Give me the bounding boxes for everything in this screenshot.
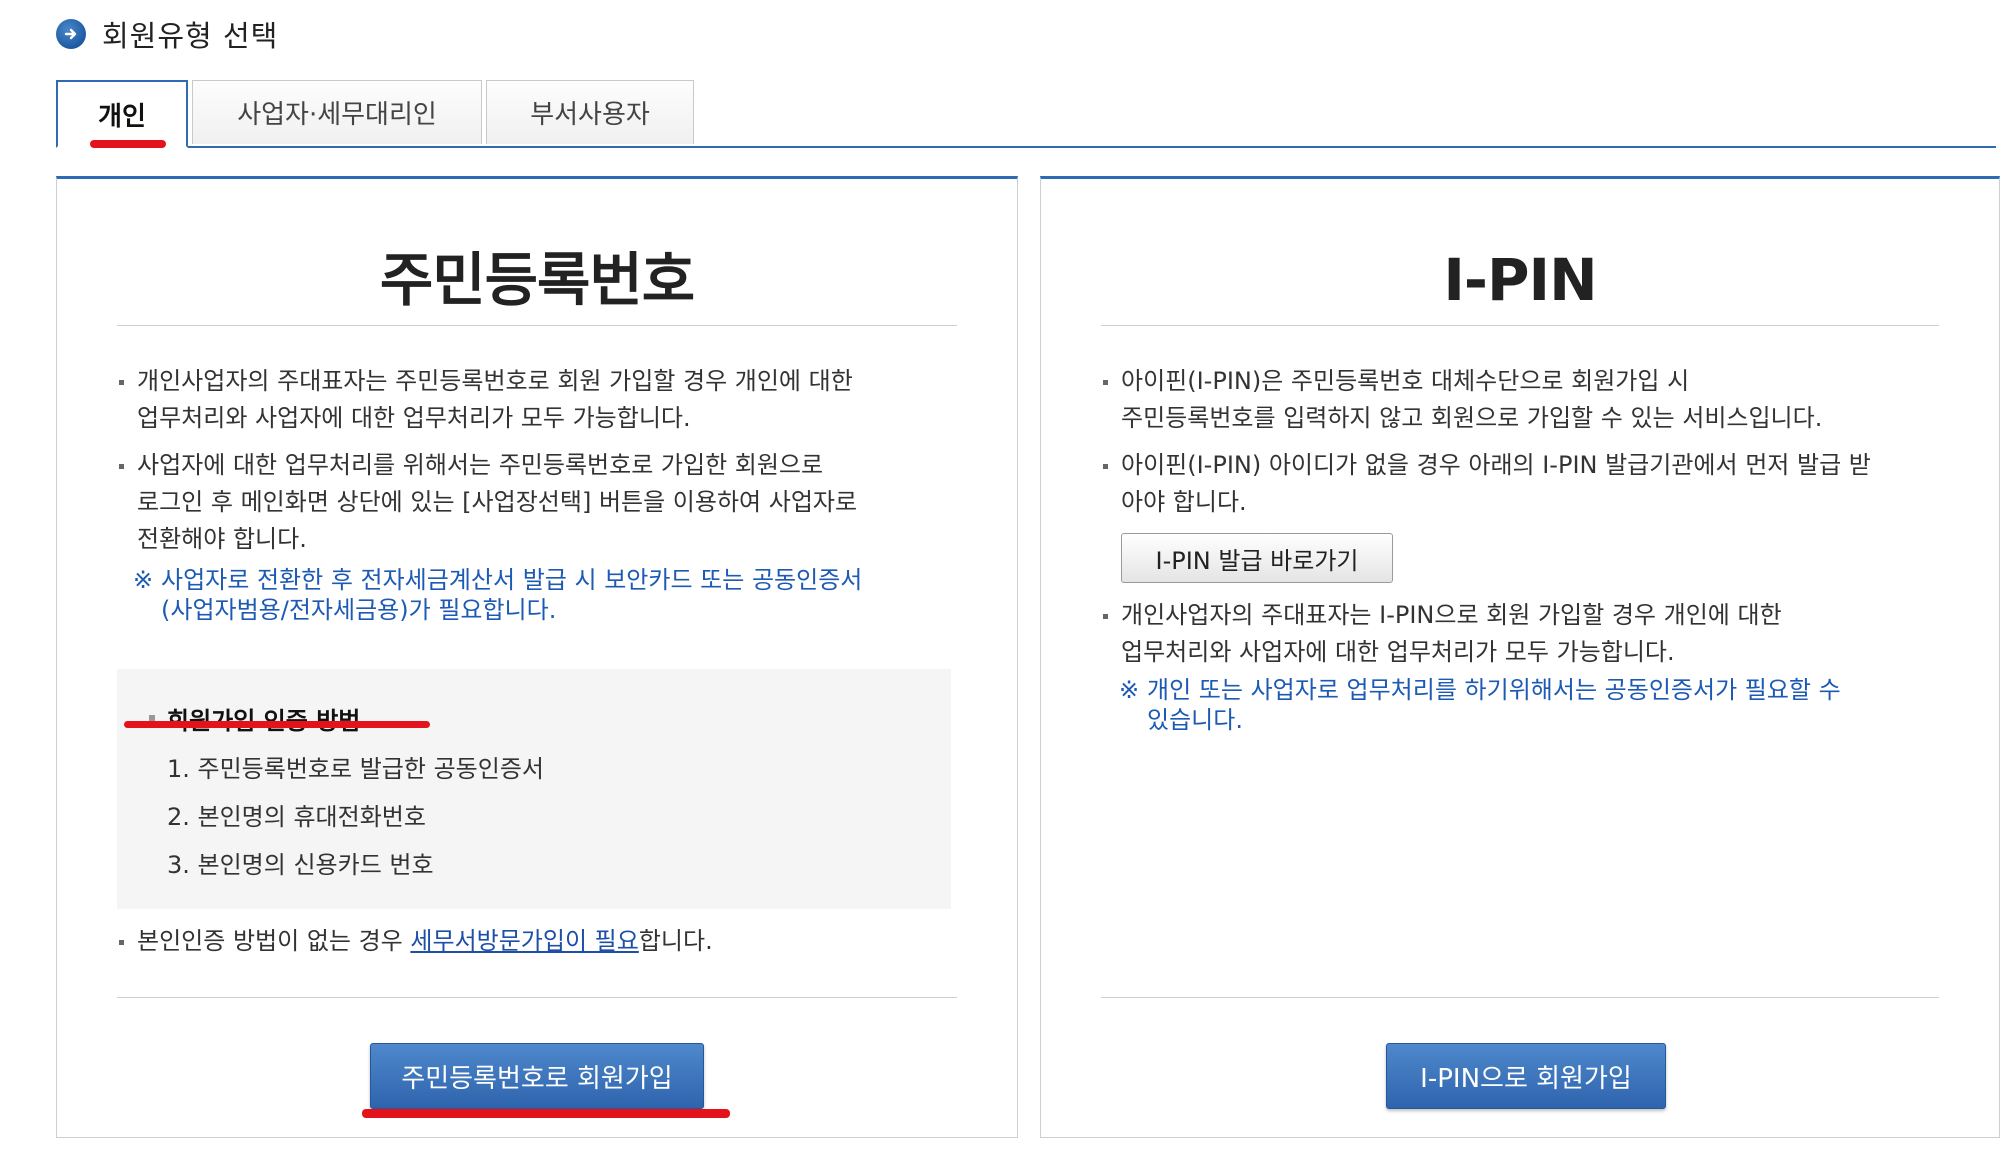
tab-department-user[interactable]: 부서사용자: [486, 80, 694, 144]
section-title: 회원유형 선택: [102, 19, 279, 53]
tab-business-tax-agent[interactable]: 사업자·세무대리인: [192, 80, 482, 144]
ipin-panel-heading: I-PIN: [1443, 246, 1597, 314]
reference-mark: ※: [133, 566, 154, 594]
tab-individual[interactable]: 개인: [56, 80, 188, 148]
member-type-tabs: 개인 사업자·세무대리인 부서사용자: [56, 80, 1996, 148]
footer-divider: [117, 997, 957, 998]
ipin-info-bullet-3: 개인사업자의 주대표자는 I-PIN으로 회원 가입할 경우 개인에 대한 업무…: [1103, 597, 1782, 671]
ipin-info-bullet-2: 아이핀(I-PIN) 아이디가 없을 경우 아래의 I-PIN 발급기관에서 먼…: [1103, 447, 1871, 521]
resident-join-button[interactable]: 주민등록번호로 회원가입: [370, 1043, 704, 1109]
auth-method-title: 회원가입 인증 방법: [148, 701, 360, 736]
ipin-info-bullet-1: 아이핀(I-PIN)은 주민등록번호 대체수단으로 회원가입 시 주민등록번호를…: [1102, 363, 1822, 437]
ipin-join-button[interactable]: I-PIN으로 회원가입: [1386, 1043, 1666, 1109]
heading-divider: [1101, 325, 1939, 326]
ipin-note: ※ 개인 또는 사업자로 업무처리를 하기위해서는 공동인증서가 필요할 수 있…: [1119, 676, 1841, 734]
arrow-right-circle-icon: [56, 19, 86, 49]
list-item: 1. 주민등록번호로 발급한 공동인증서: [167, 755, 544, 783]
resident-panel-heading: 주민등록번호: [379, 246, 695, 314]
no-auth-notice: 본인인증 방법이 없는 경우 세무서방문가입이 필요합니다.: [119, 923, 713, 960]
resident-info-bullet-1: 개인사업자의 주대표자는 주민등록번호로 회원 가입할 경우 개인에 대한 업무…: [119, 363, 853, 437]
list-item: 2. 본인명의 휴대전화번호: [167, 803, 426, 831]
section-header: 회원유형 선택: [56, 14, 278, 54]
method-title-highlight: [124, 721, 430, 728]
heading-divider: [117, 325, 957, 326]
resident-number-panel: 주민등록번호 개인사업자의 주대표자는 주민등록번호로 회원 가입할 경우 개인…: [56, 176, 1018, 1138]
list-item: 3. 본인명의 신용카드 번호: [167, 851, 434, 879]
reference-mark: ※: [1119, 676, 1140, 704]
resident-note: ※ 사업자로 전환한 후 전자세금계산서 발급 시 보안카드 또는 공동인증서 …: [133, 566, 863, 624]
ipin-panel: I-PIN 아이핀(I-PIN)은 주민등록번호 대체수단으로 회원가입 시 주…: [1040, 176, 2000, 1138]
ipin-issue-button[interactable]: I-PIN 발급 바로가기: [1121, 533, 1393, 583]
resident-info-bullet-2: 사업자에 대한 업무처리를 위해서는 주민등록번호로 가입한 회원으로 로그인 …: [118, 447, 857, 558]
tax-office-visit-link[interactable]: 세무서방문가입이 필요: [410, 927, 638, 955]
auth-method-box: 회원가입 인증 방법 1. 주민등록번호로 발급한 공동인증서 2. 본인명의 …: [117, 669, 951, 909]
footer-divider: [1101, 997, 1939, 998]
join-button-highlight: [362, 1109, 730, 1118]
tab-highlight-underline: [90, 140, 166, 148]
